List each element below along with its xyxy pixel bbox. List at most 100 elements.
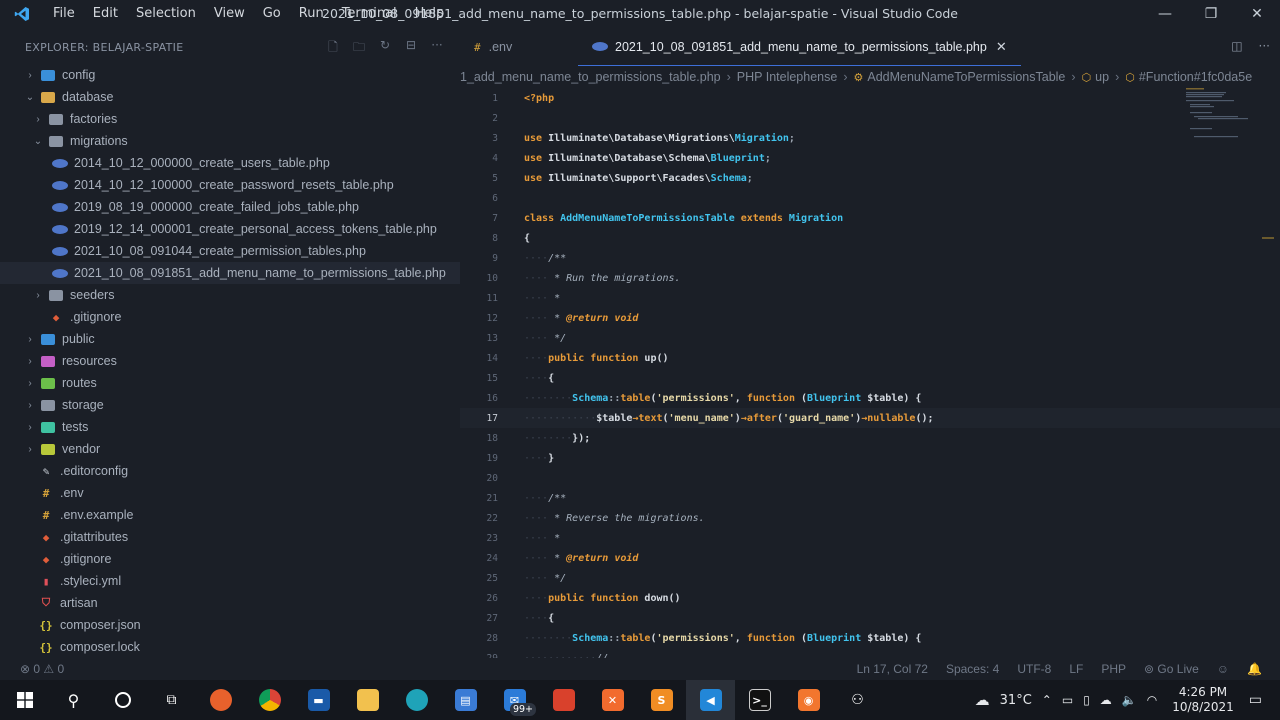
tree-file[interactable]: {} composer.lock: [0, 636, 460, 658]
new-folder-icon[interactable]: 🗀: [350, 38, 368, 59]
onedrive-icon[interactable]: ☁: [1100, 693, 1112, 707]
line-ending[interactable]: LF: [1069, 662, 1083, 676]
tab-env[interactable]: # .env: [460, 28, 578, 66]
edge-icon[interactable]: [392, 680, 441, 720]
tree-folder[interactable]: › storage: [0, 394, 460, 416]
tree-file[interactable]: ◆ .gitattributes: [0, 526, 460, 548]
code-editor[interactable]: 1 <?php 2 3 use Illuminate\Database\Migratio…: [460, 88, 1280, 658]
tree-folder[interactable]: ⌄ migrations: [0, 130, 460, 152]
temperature[interactable]: 31°C: [1000, 693, 1032, 708]
tree-folder[interactable]: ⌄ database: [0, 86, 460, 108]
tree-folder[interactable]: › public: [0, 328, 460, 350]
postman-icon[interactable]: ◉: [784, 680, 833, 720]
line-number: 8: [492, 232, 498, 244]
chevron-up-icon[interactable]: ⌃: [1042, 693, 1052, 707]
menu-help[interactable]: Help: [406, 0, 454, 28]
tree-file[interactable]: ▮ .styleci.yml: [0, 570, 460, 592]
go-live-button[interactable]: ⊚ Go Live: [1144, 662, 1199, 676]
restore-button[interactable]: ❐: [1188, 0, 1234, 28]
breadcrumb-item[interactable]: up: [1095, 70, 1109, 84]
mail-icon[interactable]: ✉ 99+: [490, 680, 539, 720]
collapse-all-icon[interactable]: ⊟: [402, 38, 420, 59]
vscode-taskbar-icon[interactable]: ◀: [686, 680, 735, 720]
xampp-icon[interactable]: ✕: [588, 680, 637, 720]
refresh-icon[interactable]: ↻: [376, 38, 394, 59]
breadcrumb-item[interactable]: PHP Intelephense: [737, 70, 838, 84]
more-actions-icon[interactable]: ···: [428, 38, 446, 59]
volume-icon[interactable]: 🔈: [1122, 693, 1137, 707]
code-text: ····public function up(): [524, 353, 669, 364]
start-button[interactable]: [0, 680, 49, 720]
tab-active-file[interactable]: 2021_10_08_091851_add_menu_name_to_permi…: [578, 28, 1021, 66]
menu-edit[interactable]: Edit: [84, 0, 127, 28]
wifi-icon[interactable]: ◠: [1147, 693, 1157, 707]
menu-selection[interactable]: Selection: [127, 0, 205, 28]
store-icon[interactable]: ▤: [441, 680, 490, 720]
sublime-text-icon[interactable]: S: [637, 680, 686, 720]
battery-icon[interactable]: ▯: [1083, 693, 1090, 707]
tree-folder[interactable]: › config: [0, 64, 460, 86]
menu-go[interactable]: Go: [254, 0, 290, 28]
tree-file[interactable]: # .env.example: [0, 504, 460, 526]
people-icon[interactable]: ⚇: [833, 680, 882, 720]
menu-file[interactable]: File: [44, 0, 84, 28]
tree-file[interactable]: 2019_12_14_000001_create_personal_access…: [0, 218, 460, 240]
close-window-button[interactable]: ✕: [1234, 0, 1280, 28]
task-view-icon[interactable]: ⧉: [147, 680, 196, 720]
office-icon[interactable]: [539, 680, 588, 720]
code-token: Blueprint: [807, 392, 868, 404]
network-device-icon[interactable]: ▭: [1062, 693, 1073, 707]
breadcrumb-separator: ›: [1071, 70, 1076, 84]
tree-file[interactable]: 2019_08_19_000000_create_failed_jobs_tab…: [0, 196, 460, 218]
close-tab-icon[interactable]: ✕: [996, 39, 1007, 55]
terminal-icon[interactable]: >_: [735, 680, 784, 720]
tree-file[interactable]: ◆ .gitignore: [0, 306, 460, 328]
breadcrumb-item[interactable]: AddMenuNameToPermissionsTable: [867, 70, 1065, 84]
cursor-position[interactable]: Ln 17, Col 72: [857, 662, 928, 676]
breadcrumb-item[interactable]: 1_add_menu_name_to_permissions_table.php: [460, 70, 721, 84]
notifications-icon[interactable]: 🔔: [1247, 662, 1262, 676]
minimize-button[interactable]: —: [1142, 0, 1188, 28]
code-token: use: [524, 172, 549, 184]
asus-app-icon[interactable]: ▬: [294, 680, 343, 720]
code-token: *: [548, 292, 561, 304]
tree-folder[interactable]: › seeders: [0, 284, 460, 306]
tree-folder[interactable]: › vendor: [0, 438, 460, 460]
tree-file[interactable]: ✎ .editorconfig: [0, 460, 460, 482]
clock[interactable]: 4:26 PM 10/8/2021: [1172, 685, 1234, 715]
indentation[interactable]: Spaces: 4: [946, 662, 999, 676]
minimap[interactable]: [1186, 88, 1266, 148]
file-explorer-icon[interactable]: [343, 680, 392, 720]
weather-icon[interactable]: ☁: [975, 691, 990, 709]
menu-run[interactable]: Run: [290, 0, 333, 28]
tree-file[interactable]: 2014_10_12_000000_create_users_table.php: [0, 152, 460, 174]
tree-file[interactable]: 2021_10_08_091044_create_permission_tabl…: [0, 240, 460, 262]
encoding[interactable]: UTF-8: [1017, 662, 1051, 676]
tree-file[interactable]: ◆ .gitignore: [0, 548, 460, 570]
search-icon[interactable]: ⚲: [49, 680, 98, 720]
language-mode[interactable]: PHP: [1101, 662, 1126, 676]
tree-folder[interactable]: › routes: [0, 372, 460, 394]
tree-file[interactable]: 2014_10_12_100000_create_password_resets…: [0, 174, 460, 196]
tree-file[interactable]: ⛉ artisan: [0, 592, 460, 614]
action-center-icon[interactable]: ▭: [1249, 692, 1262, 708]
tree-folder[interactable]: › factories: [0, 108, 460, 130]
split-editor-icon[interactable]: ◫: [1231, 39, 1242, 53]
firefox-icon[interactable]: [196, 680, 245, 720]
menu-terminal[interactable]: Terminal: [333, 0, 406, 28]
tree-file[interactable]: # .env: [0, 482, 460, 504]
more-actions-icon[interactable]: ···: [1259, 39, 1270, 53]
code-text: ········Schema::table('permissions', fun…: [524, 393, 921, 404]
menu-view[interactable]: View: [205, 0, 254, 28]
tree-file[interactable]: {} composer.json: [0, 614, 460, 636]
tree-folder[interactable]: › resources: [0, 350, 460, 372]
code-line: 27 ····{: [460, 608, 1280, 628]
tree-file[interactable]: 2021_10_08_091851_add_menu_name_to_permi…: [0, 262, 460, 284]
chrome-icon[interactable]: [245, 680, 294, 720]
feedback-icon[interactable]: ☺: [1217, 662, 1229, 676]
cortana-icon[interactable]: [98, 680, 147, 720]
new-file-icon[interactable]: 🗋: [324, 38, 342, 59]
tree-folder[interactable]: › tests: [0, 416, 460, 438]
breadcrumb-item[interactable]: #Function#1fc0da5e: [1139, 70, 1252, 84]
problems-indicator[interactable]: ⊗ 0 ⚠ 0: [20, 662, 64, 676]
